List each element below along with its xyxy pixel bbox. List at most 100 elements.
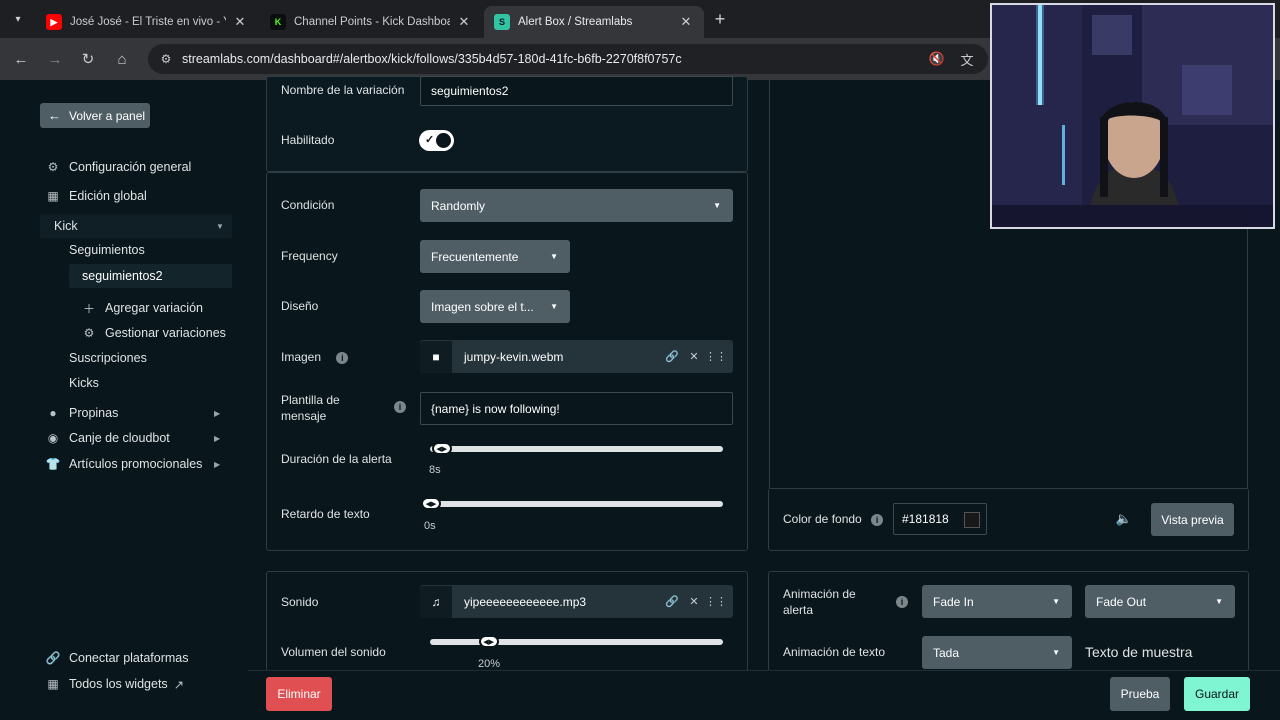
- tab-kick-dashboard[interactable]: K Channel Points - Kick Dashboard ✕: [260, 6, 482, 38]
- enabled-toggle[interactable]: ✓: [419, 130, 454, 151]
- sidebar-item-variation[interactable]: seguimientos2: [82, 266, 163, 286]
- info-icon[interactable]: i: [336, 352, 349, 364]
- bg-color-input[interactable]: #181818: [893, 503, 987, 535]
- variation-name-input[interactable]: seguimientos2: [420, 76, 733, 106]
- image-file-picker[interactable]: ■ jumpy-kevin.webm 🔗 ✕ ⋮⋮: [420, 340, 733, 373]
- duration-slider-knob[interactable]: ◀▶: [431, 442, 452, 455]
- sidebar-item-tips[interactable]: ● Propinas ▶: [46, 403, 220, 423]
- sidebar-item-merch[interactable]: 👕 Artículos promocionales ▶: [46, 454, 221, 474]
- text-delay-label: Retardo de texto: [281, 507, 370, 521]
- image-file-name: jumpy-kevin.webm: [464, 349, 564, 364]
- save-button[interactable]: Guardar: [1184, 677, 1250, 711]
- volume-slider-track[interactable]: [430, 639, 723, 645]
- grid-icon[interactable]: ⋮⋮: [705, 350, 727, 363]
- caret-down-icon: ▼: [1215, 597, 1223, 606]
- forward-arrow-icon[interactable]: →: [44, 48, 66, 70]
- sidebar-item-connect[interactable]: 🔗 Conectar plataformas: [46, 648, 189, 668]
- sound-file-picker[interactable]: ♫ yipeeeeeeeeeeee.mp3 🔗 ✕ ⋮⋮: [420, 585, 733, 618]
- back-to-panel-button[interactable]: ← Volver a panel: [40, 103, 150, 128]
- variation-name-label: Nombre de la variación: [281, 83, 405, 97]
- duration-label: Duración de la alerta: [281, 452, 392, 466]
- tab-alert-box[interactable]: S Alert Box / Streamlabs ✕: [484, 6, 704, 38]
- caret-down-icon: ▼: [550, 252, 558, 261]
- image-label-text: Imagen: [281, 350, 322, 364]
- link-icon[interactable]: 🔗: [661, 350, 683, 363]
- link-icon: 🔗: [45, 651, 61, 665]
- text-anim-label: Animación de texto: [783, 645, 886, 659]
- select-value: Imagen sobre el t...: [431, 299, 534, 314]
- tab-youtube[interactable]: ▶ José José - El Triste en vivo - YouTub…: [36, 6, 258, 38]
- close-tab-icon[interactable]: ✕: [678, 14, 694, 30]
- frequency-label: Frequency: [281, 249, 338, 263]
- widgets-icon: ▦: [47, 677, 59, 691]
- grid-icon: ▦: [47, 189, 59, 203]
- close-tab-icon[interactable]: ✕: [232, 14, 248, 30]
- reload-icon[interactable]: ↻: [77, 48, 99, 70]
- info-icon[interactable]: i: [394, 401, 406, 413]
- design-label: Diseño: [281, 299, 319, 313]
- caret-down-icon: ▼: [216, 221, 224, 231]
- duration-slider-track[interactable]: [430, 446, 723, 452]
- home-icon[interactable]: ⌂: [111, 48, 133, 70]
- sidebar-item-label: Todos los widgets: [69, 677, 168, 691]
- template-label: Plantilla de mensaje: [281, 393, 340, 423]
- check-icon: ✓: [425, 134, 435, 146]
- test-button[interactable]: Prueba: [1110, 677, 1170, 711]
- kick-icon: K: [270, 14, 286, 30]
- link-icon[interactable]: 🔗: [661, 595, 683, 608]
- condition-select[interactable]: Randomly ▼: [420, 189, 733, 222]
- sidebar-item-label: Propinas: [69, 406, 119, 420]
- caret-right-icon: ▶: [214, 433, 221, 443]
- anim-in-select[interactable]: Fade In ▼: [922, 585, 1072, 618]
- tab-search-dropdown-icon[interactable]: ▾: [8, 9, 28, 29]
- text-delay-slider-knob[interactable]: ◀▶: [420, 497, 441, 510]
- volume-value: 20%: [478, 658, 501, 670]
- sidebar-item-all-widgets[interactable]: ▦ Todos los widgets ↗: [46, 674, 184, 694]
- sound-file-name: yipeeeeeeeeeeee.mp3: [464, 594, 587, 609]
- grid-icon[interactable]: ⋮⋮: [705, 595, 727, 608]
- sidebar-item-kick[interactable]: Kick ▼: [54, 216, 224, 236]
- select-value: Randomly: [431, 198, 486, 213]
- text-delay-slider-track[interactable]: [425, 501, 723, 507]
- muted-audio-icon[interactable]: 🔇: [926, 48, 948, 70]
- sidebar-item-label: Kicks: [69, 376, 99, 390]
- anim-out-select[interactable]: Fade Out ▼: [1085, 585, 1235, 618]
- sidebar-item-subs[interactable]: Suscripciones: [69, 348, 147, 368]
- sidebar-item-kicks[interactable]: Kicks: [69, 373, 99, 393]
- sidebar-item-label: seguimientos2: [82, 269, 163, 283]
- sidebar-item-global-edit[interactable]: ▦ Edición global: [46, 186, 147, 206]
- site-info-icon[interactable]: ⚙: [158, 51, 174, 67]
- add-variation-button[interactable]: ＋ Agregar variación: [82, 298, 203, 318]
- volume-slider-knob[interactable]: ◀▶: [478, 635, 499, 648]
- sidebar-item-label: Edición global: [69, 189, 147, 203]
- sidebar-item-cloudbot[interactable]: ◉ Canje de cloudbot ▶: [46, 428, 220, 448]
- youtube-icon: ▶: [46, 14, 62, 30]
- select-value: Fade Out: [1096, 594, 1147, 609]
- close-icon[interactable]: ✕: [683, 350, 705, 363]
- design-select[interactable]: Imagen sobre el t... ▼: [420, 290, 570, 323]
- speaker-icon[interactable]: 🔈: [1115, 510, 1133, 528]
- sidebar-item-follows[interactable]: Seguimientos: [69, 240, 145, 260]
- video-icon: ■: [420, 340, 452, 373]
- sidebar-item-label: Gestionar variaciones: [105, 326, 226, 340]
- color-swatch[interactable]: [964, 512, 980, 528]
- tab-title: Channel Points - Kick Dashboard: [294, 16, 450, 28]
- close-tab-icon[interactable]: ✕: [456, 14, 472, 30]
- url-field[interactable]: ⚙ streamlabs.com/dashboard#/alertbox/kic…: [148, 44, 988, 74]
- close-icon[interactable]: ✕: [683, 595, 705, 608]
- select-value: Frecuentemente: [431, 249, 519, 264]
- volume-label: Volumen del sonido: [281, 645, 386, 659]
- text-anim-select[interactable]: Tada ▼: [922, 636, 1072, 669]
- template-input[interactable]: {name} is now following!: [420, 392, 733, 425]
- manage-variations-button[interactable]: ⚙ Gestionar variaciones: [82, 323, 226, 343]
- translate-icon[interactable]: 文: [956, 48, 978, 70]
- preview-button[interactable]: Vista previa: [1151, 503, 1234, 536]
- info-icon[interactable]: i: [871, 514, 884, 526]
- new-tab-icon[interactable]: +: [710, 9, 730, 29]
- sidebar-item-label: Suscripciones: [69, 351, 147, 365]
- back-arrow-icon[interactable]: ←: [10, 48, 32, 70]
- info-icon[interactable]: i: [896, 596, 908, 608]
- frequency-select[interactable]: Frecuentemente ▼: [420, 240, 570, 273]
- delete-button[interactable]: Eliminar: [266, 677, 332, 711]
- sidebar-item-general[interactable]: ⚙ Configuración general: [46, 157, 192, 177]
